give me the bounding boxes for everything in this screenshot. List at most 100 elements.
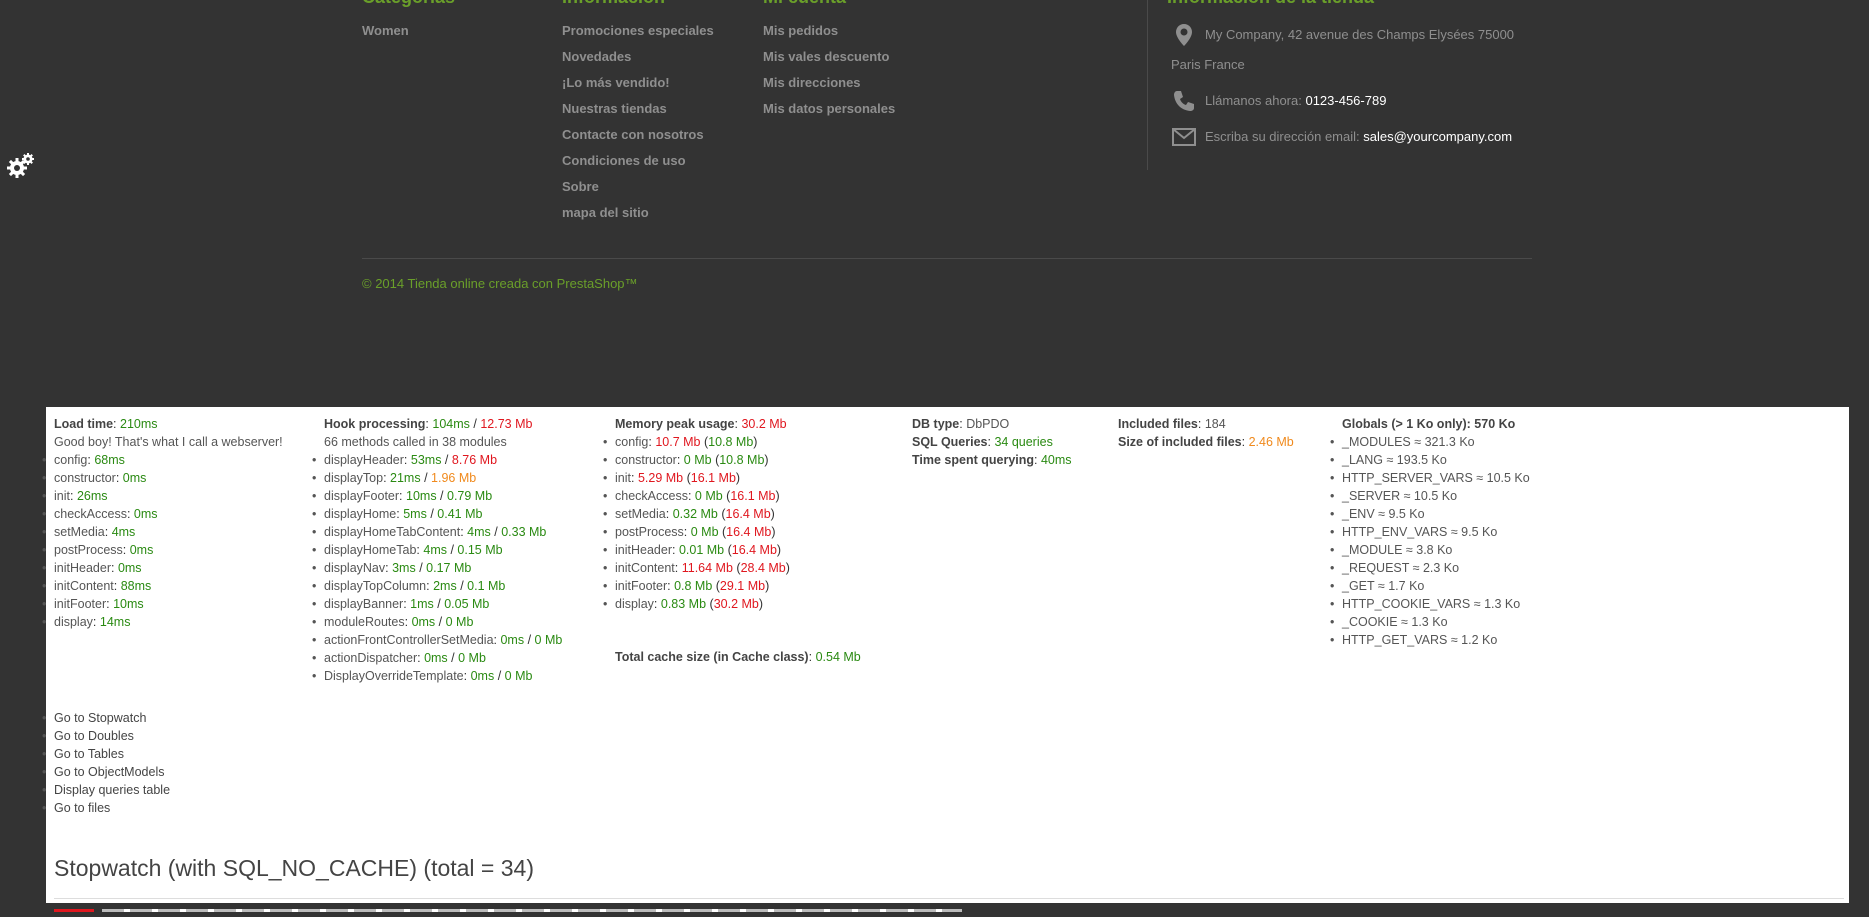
store-phone-label: Llámanos ahora:: [1205, 93, 1302, 108]
hook-item: displayHomeTabContent: 4ms / 0.33 Mb: [312, 523, 562, 541]
load-time-label: Load time: [54, 417, 114, 431]
info-link-our-stores[interactable]: Nuestras tiendas: [562, 96, 714, 122]
memory-item: setMedia: 0.32 Mb (16.4 Mb): [603, 505, 861, 523]
account-link-personal-info[interactable]: Mis datos personales: [763, 96, 895, 122]
phone-icon: [1174, 91, 1194, 111]
list-item: postProcess: 0ms: [42, 541, 283, 559]
footer-horizontal-divider: [362, 258, 1532, 259]
global-item: _REQUEST ≈ 2.3 Ko: [1330, 559, 1530, 577]
memory-item: config: 10.7 Mb (10.8 Mb): [603, 433, 861, 451]
envelope-icon: [1172, 128, 1196, 146]
globals-label: Globals (> 1 Ko only): 570 Ko: [1342, 417, 1516, 431]
hook-item: displayBanner: 1ms / 0.05 Mb: [312, 595, 562, 613]
information-title: Información: [562, 0, 665, 8]
info-link-about[interactable]: Sobre: [562, 174, 714, 200]
hook-summary: 66 methods called in 38 modules: [324, 435, 507, 449]
info-link-best-sellers[interactable]: ¡Lo más vendido!: [562, 70, 714, 96]
hook-item: displayFooter: 10ms / 0.79 Mb: [312, 487, 562, 505]
copyright-text[interactable]: © 2014 Tienda online creada con PrestaSh…: [362, 276, 638, 291]
global-item: _ENV ≈ 9.5 Ko: [1330, 505, 1530, 523]
info-link-special-offers[interactable]: Promociones especiales: [562, 18, 714, 44]
global-item: _MODULE ≈ 3.8 Ko: [1330, 541, 1530, 559]
global-item: _MODULES ≈ 321.3 Ko: [1330, 433, 1530, 451]
list-item: config: 68ms: [42, 451, 283, 469]
hook-processing-section: Hook processing: 104ms / 12.73 Mb 66 met…: [312, 415, 562, 685]
link-stopwatch[interactable]: Go to Stopwatch: [42, 709, 170, 727]
global-item: _LANG ≈ 193.5 Ko: [1330, 451, 1530, 469]
hook-processing-label: Hook processing: [324, 417, 426, 431]
gears-icon[interactable]: [6, 151, 36, 181]
global-item: _GET ≈ 1.7 Ko: [1330, 577, 1530, 595]
footer-vertical-divider: [1147, 0, 1148, 170]
global-item: HTTP_GET_VARS ≈ 1.2 Ko: [1330, 631, 1530, 649]
memory-item: display: 0.83 Mb (30.2 Mb): [603, 595, 861, 613]
link-files[interactable]: Go to files: [42, 799, 170, 817]
store-address-line1: My Company, 42 avenue des Champs Elysées…: [1205, 27, 1515, 42]
info-link-terms[interactable]: Condiciones de uso: [562, 148, 714, 174]
link-doubles[interactable]: Go to Doubles: [42, 727, 170, 745]
map-pin-icon: [1176, 24, 1192, 46]
hook-item: moduleRoutes: 0ms / 0 Mb: [312, 613, 562, 631]
store-phone-number[interactable]: 0123-456-789: [1305, 93, 1386, 108]
link-objectmodels[interactable]: Go to ObjectModels: [42, 763, 170, 781]
memory-item: checkAccess: 0 Mb (16.1 Mb): [603, 487, 861, 505]
memory-list: config: 10.7 Mb (10.8 Mb)constructor: 0 …: [603, 433, 861, 613]
query-time-value: 40ms: [1040, 453, 1072, 467]
memory-item: initContent: 11.64 Mb (28.4 Mb): [603, 559, 861, 577]
link-queries-table[interactable]: Display queries table: [42, 781, 170, 799]
list-item: setMedia: 4ms: [42, 523, 283, 541]
account-link-orders[interactable]: Mis pedidos: [763, 18, 895, 44]
list-item: display: 14ms: [42, 613, 283, 631]
load-time-comment: Good boy! That's what I call a webserver…: [54, 435, 283, 449]
info-link-sitemap[interactable]: mapa del sitio: [562, 200, 714, 226]
stopwatch-heading: Stopwatch (with SQL_NO_CACHE) (total = 3…: [54, 855, 534, 881]
list-item: initContent: 88ms: [42, 577, 283, 595]
hook-item: displayTop: 21ms / 1.96 Mb: [312, 469, 562, 487]
profiler-nav-links: Go to Stopwatch Go to Doubles Go to Tabl…: [42, 709, 170, 817]
account-link-vouchers[interactable]: Mis vales descuento: [763, 44, 895, 70]
link-tables[interactable]: Go to Tables: [42, 745, 170, 763]
hook-list: displayHeader: 53ms / 8.76 MbdisplayTop:…: [312, 451, 562, 685]
hook-item: displayNav: 3ms / 0.17 Mb: [312, 559, 562, 577]
included-files-value: 184: [1204, 417, 1226, 431]
list-item: constructor: 0ms: [42, 469, 283, 487]
sql-queries-value: 34 queries: [994, 435, 1053, 449]
list-item: init: 26ms: [42, 487, 283, 505]
store-email-link[interactable]: sales@yourcompany.com: [1363, 129, 1512, 144]
db-type-value: DbPDO: [966, 417, 1010, 431]
memory-item: constructor: 0 Mb (10.8 Mb): [603, 451, 861, 469]
load-time-list: config: 68ms constructor: 0ms init: 26ms…: [42, 451, 283, 631]
global-item: _SERVER ≈ 10.5 Ko: [1330, 487, 1530, 505]
included-files-size: 2.46 Mb: [1248, 435, 1294, 449]
account-link-addresses[interactable]: Mis direcciones: [763, 70, 895, 96]
information-list: Promociones especiales Novedades ¡Lo más…: [562, 18, 714, 226]
categories-list: Women: [362, 18, 409, 44]
store-address: My Company, 42 avenue des Champs Elysées…: [1171, 20, 1531, 80]
global-item: HTTP_ENV_VARS ≈ 9.5 Ko: [1330, 523, 1530, 541]
info-link-new-products[interactable]: Novedades: [562, 44, 714, 70]
db-section: DB type: DbPDO SQL Queries: 34 queries T…: [912, 417, 1072, 467]
store-email-label: Escriba su dirección email:: [1205, 129, 1360, 144]
debug-profiler-panel: Load time: 210ms Good boy! That's what I…: [42, 407, 1849, 912]
hook-item: displayHomeTab: 4ms / 0.15 Mb: [312, 541, 562, 559]
store-phone: Llámanos ahora: 0123-456-789: [1171, 86, 1531, 116]
memory-item: initHeader: 0.01 Mb (16.4 Mb): [603, 541, 861, 559]
hook-item: displayHeader: 53ms / 8.76 Mb: [312, 451, 562, 469]
store-address-line2: Paris France: [1171, 57, 1245, 72]
files-section: Included files: 184 Size of included fil…: [1118, 417, 1294, 449]
cache-size-value: 0.54 Mb: [815, 650, 861, 664]
categories-title: Categorías: [362, 0, 455, 8]
global-item: HTTP_SERVER_VARS ≈ 10.5 Ko: [1330, 469, 1530, 487]
memory-peak-label: Memory peak usage: [615, 417, 735, 431]
cache-size-label: Total cache size (in Cache class): [615, 650, 809, 664]
memory-peak-value: 30.2 Mb: [741, 417, 787, 431]
store-info-title: Información de la tienda: [1167, 0, 1374, 8]
hook-item: actionDispatcher: 0ms / 0 Mb: [312, 649, 562, 667]
info-link-contact-us[interactable]: Contacte con nosotros: [562, 122, 714, 148]
category-link-women[interactable]: Women: [362, 18, 409, 44]
account-title: Mi cuenta: [763, 0, 846, 8]
load-time-section: Load time: 210ms Good boy! That's what I…: [42, 415, 283, 631]
list-item: initHeader: 0ms: [42, 559, 283, 577]
global-item: _COOKIE ≈ 1.3 Ko: [1330, 613, 1530, 631]
account-list: Mis pedidos Mis vales descuento Mis dire…: [763, 18, 895, 122]
